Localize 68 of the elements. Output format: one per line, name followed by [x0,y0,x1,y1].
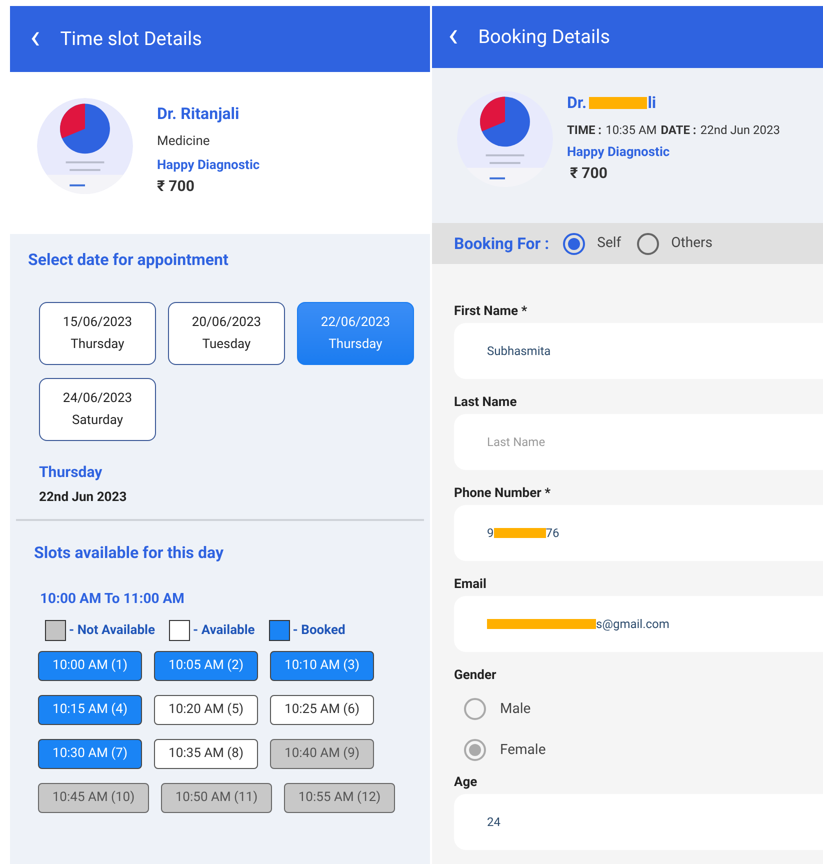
input-field[interactable]: Subhasmita [454,323,823,379]
section-heading: Select date for appointment [27,249,230,271]
clinic-name: Happy Diagnostic [567,144,671,162]
input-field[interactable]: Last Name [454,414,823,470]
time-slot-button[interactable]: 10:35 AM (8) [154,739,258,769]
doctor-name: Dr. Ritanjali [157,103,240,125]
time-slot-button[interactable]: 10:15 AM (4) [38,695,142,725]
fee-text: ₹ 700 [569,163,608,184]
radio-label: Male [500,700,531,718]
time-value: 10:35 AM [606,122,657,139]
redaction-mark [588,96,647,109]
screen-title: Booking Details [478,24,610,50]
time-slot-button[interactable]: 10:30 AM (7) [38,739,142,769]
input-field[interactable]: 24 [454,794,823,850]
time-slot-button[interactable]: 10:45 AM (10) [38,783,149,813]
field-value: 9 [487,525,494,542]
time-slot-button[interactable]: 10:50 AM (11) [161,783,272,813]
screen-title: Time slot Details [60,26,202,52]
date-value: 22nd Jun 2023 [700,122,780,139]
input-field[interactable]: 9 76 [454,505,823,561]
field-value: s@gmail.com [596,616,670,633]
back-button[interactable]: ‹ [30,20,40,54]
date-card[interactable]: 24/06/2023 Saturday [39,378,156,441]
date-card[interactable]: 22/06/2023 Thursday [297,302,414,365]
radio-button[interactable] [637,232,660,255]
doctor-name: Dr. [567,92,587,114]
legend-swatch [268,620,290,641]
radio-button[interactable] [563,232,586,255]
time-slot-button[interactable]: 10:20 AM (5) [154,695,258,725]
field-label: Email [454,576,488,594]
legend-label: - Not Available [69,622,155,640]
time-slot-button[interactable]: 10:55 AM (12) [284,783,395,813]
booking-for-label: Booking For : [454,232,550,255]
legend-label: - Available [192,622,255,640]
field-label: Age [454,774,478,792]
input-field[interactable]: s@gmail.com [454,596,823,652]
time-slot-button[interactable]: 10:40 AM (9) [270,739,374,769]
section-heading: Slots available for this day [33,542,225,564]
time-range: 10:00 AM To 11:00 AM [39,590,186,609]
field-value: 76 [546,525,560,542]
field-label: Gender [454,667,498,685]
day-label: Thursday [38,462,104,483]
radio-label: Others [671,234,712,254]
speciality-text: Medicine [157,133,211,151]
time-slot-button[interactable]: 10:10 AM (3) [270,651,374,681]
time-slot-button[interactable]: 10:25 AM (6) [270,695,374,725]
time-slot-button[interactable]: 10:00 AM (1) [38,651,142,681]
radio-button[interactable] [464,698,486,720]
doctor-name: li [648,92,656,114]
time-slot-button[interactable]: 10:05 AM (2) [154,651,258,681]
legend-label: - Booked [292,622,346,640]
date-card[interactable]: 15/06/2023 Thursday [39,302,156,365]
field-label: First Name * [454,303,528,321]
radio-button[interactable] [464,739,486,761]
radio-label: Female [500,740,546,760]
field-label: Phone Number * [454,485,552,503]
radio-label: Self [597,234,622,254]
fee-text: ₹ 700 [157,176,196,197]
date-label: DATE : [660,122,696,139]
back-button[interactable]: ‹ [448,18,458,52]
field-label: Last Name [454,394,518,412]
time-label: TIME : [567,122,602,139]
legend-swatch [45,620,66,641]
redaction-mark [494,528,546,538]
date-card[interactable]: 20/06/2023 Tuesday [168,302,285,365]
clinic-name: Happy Diagnostic [157,156,260,174]
legend-swatch [168,620,190,641]
date-label: 22nd Jun 2023 [38,488,128,506]
